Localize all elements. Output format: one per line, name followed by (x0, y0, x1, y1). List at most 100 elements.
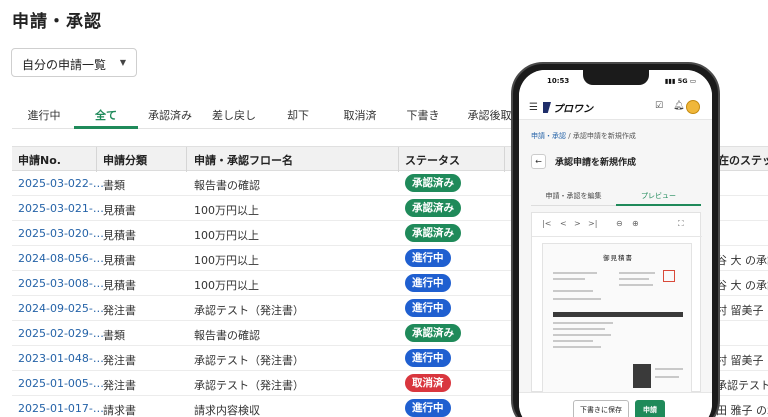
document-viewer: |< < > >| ⊖ ⊕ ⛶ 御見積書 (531, 212, 702, 393)
current-step-cell: 村 留美子 の (716, 304, 768, 317)
action-bar: 下書きに保存 申請 (519, 392, 712, 417)
submit-button[interactable]: 申請 (635, 400, 665, 417)
tab-in-progress[interactable]: 進行中 (12, 107, 76, 129)
application-no-link[interactable]: 2025-01-005-… (18, 377, 104, 390)
header-status[interactable]: ステータス (405, 152, 460, 168)
flow-name-cell: 承認テスト（発注書） (194, 304, 304, 317)
tab-rejected[interactable]: 却下 (266, 107, 330, 129)
avatar[interactable] (686, 100, 700, 114)
save-draft-button[interactable]: 下書きに保存 (573, 400, 629, 417)
status-signal: ▮▮▮ 5G ▭ (665, 77, 696, 85)
header-category[interactable]: 申請分類 (103, 152, 147, 168)
hamburger-icon[interactable]: ☰ (529, 102, 538, 113)
doc-text-line (553, 272, 597, 274)
doc-table-header (553, 312, 683, 317)
fullscreen-icon[interactable]: ⛶ (678, 219, 684, 229)
header-divider (96, 147, 97, 172)
flow-name-cell: 100万円以上 (194, 254, 259, 267)
tab-cancelled[interactable]: 取消済 (328, 107, 392, 129)
tab-approved[interactable]: 承認済み (138, 107, 202, 129)
tab-draft[interactable]: 下書き (391, 107, 455, 129)
last-page-icon[interactable]: >| (588, 219, 597, 228)
category-cell: 請求書 (103, 404, 136, 417)
viewer-toolbar: |< < > >| ⊖ ⊕ ⛶ (532, 213, 702, 237)
seal-stamp (663, 270, 675, 282)
category-cell: 発注書 (103, 354, 136, 367)
flow-name-cell: 100万円以上 (194, 279, 259, 292)
flow-name-cell: 100万円以上 (194, 204, 259, 217)
application-no-link[interactable]: 2024-09-025-… (18, 302, 104, 315)
application-no-link[interactable]: 2025-03-021-… (18, 202, 104, 215)
doc-text-line (619, 272, 655, 274)
page-header: ← 承認申請を新規作成 (531, 152, 701, 174)
doc-total-block (633, 364, 651, 388)
next-page-icon[interactable]: > (574, 219, 581, 228)
network-label: 5G (677, 77, 688, 85)
chevron-down-icon: ▼ (119, 58, 126, 67)
document-title: 御見積書 (603, 254, 633, 262)
doc-text-line (553, 334, 611, 336)
status-badge: 取消済 (405, 374, 451, 392)
application-no-link[interactable]: 2025-02-029-… (18, 327, 104, 340)
doc-text-line (553, 298, 601, 300)
flow-name-cell: 100万円以上 (194, 229, 259, 242)
status-badge: 進行中 (405, 349, 451, 367)
application-no-link[interactable]: 2024-08-056-… (18, 252, 104, 265)
application-no-link[interactable]: 2025-01-017-… (18, 402, 104, 415)
doc-text-line (553, 346, 601, 348)
filter-select[interactable]: 自分の申請一覧 ▼ (11, 48, 137, 77)
battery-icon: ▭ (687, 77, 696, 85)
application-no-link[interactable]: 2025-03-008-… (18, 277, 104, 290)
status-tabs: 進行中 全て 承認済み 差し戻し 却下 取消済 下書き 承認後取消 (12, 101, 532, 129)
tab-returned[interactable]: 差し戻し (202, 107, 266, 129)
current-step-cell: 谷 大 の承認 (716, 254, 768, 267)
checkbox-icon[interactable]: ☑ (655, 101, 663, 111)
category-cell: 書類 (103, 329, 125, 342)
app-logo[interactable]: プロワン (543, 100, 593, 115)
category-cell: 書類 (103, 179, 125, 192)
current-step-cell: 村 留美子 の (716, 354, 768, 367)
flow-name-cell: 承認テスト（発注書） (194, 354, 304, 367)
current-step-cell: 承認テストの (716, 379, 768, 392)
zoom-out-icon[interactable]: ⊖ (616, 219, 623, 228)
breadcrumb-link[interactable]: 申請・承認 (531, 132, 566, 140)
phone-page-title: 承認申請を新規作成 (555, 158, 637, 168)
tab-preview[interactable]: プレビュー (616, 191, 701, 206)
status-badge: 承認済み (405, 199, 461, 217)
category-cell: 発注書 (103, 379, 136, 392)
app-bar: ☰ プロワン ☑ 🔔︎ (519, 94, 712, 120)
phone-tabs: 申請・承認を編集 プレビュー (531, 186, 701, 206)
phone-notch (583, 70, 649, 85)
doc-text-line (553, 278, 585, 280)
tab-all[interactable]: 全て (74, 107, 138, 129)
doc-text-line (619, 278, 649, 280)
doc-text-line (655, 368, 683, 370)
phone-status-bar: 10:53 ▮▮▮ 5G ▭ (519, 70, 712, 94)
signal-icon: ▮▮▮ (664, 77, 678, 85)
category-cell: 発注書 (103, 304, 136, 317)
prev-page-icon[interactable]: < (560, 219, 567, 228)
status-badge: 承認済み (405, 174, 461, 192)
application-no-link[interactable]: 2025-03-020-… (18, 227, 104, 240)
doc-text-line (619, 284, 653, 286)
back-arrow-icon[interactable]: ← (531, 154, 546, 169)
flow-name-cell: 請求内容検収 (194, 404, 260, 417)
document-page: 御見積書 (542, 243, 692, 393)
status-badge: 進行中 (405, 249, 451, 267)
header-current-step[interactable]: 在のステッ (718, 152, 768, 168)
first-page-icon[interactable]: |< (542, 219, 551, 228)
status-badge: 承認済み (405, 324, 461, 342)
application-no-link[interactable]: 2025-03-022-… (18, 177, 104, 190)
phone-mockup: 10:53 ▮▮▮ 5G ▭ ☰ プロワン ☑ 🔔︎ 申請・承認 / 承認申請を… (511, 62, 720, 417)
page-title: 申請・承認 (12, 12, 102, 32)
doc-text-line (553, 340, 593, 342)
application-no-link[interactable]: 2023-01-048-… (18, 352, 104, 365)
tab-edit[interactable]: 申請・承認を編集 (531, 191, 616, 201)
header-divider (504, 147, 505, 172)
header-application-no[interactable]: 申請No. (18, 152, 61, 168)
header-flow-name[interactable]: 申請・承認フロー名 (194, 152, 293, 168)
zoom-in-icon[interactable]: ⊕ (632, 219, 639, 228)
category-cell: 見積書 (103, 254, 136, 267)
doc-text-line (553, 328, 605, 330)
bell-icon[interactable]: 🔔︎ (673, 101, 684, 111)
